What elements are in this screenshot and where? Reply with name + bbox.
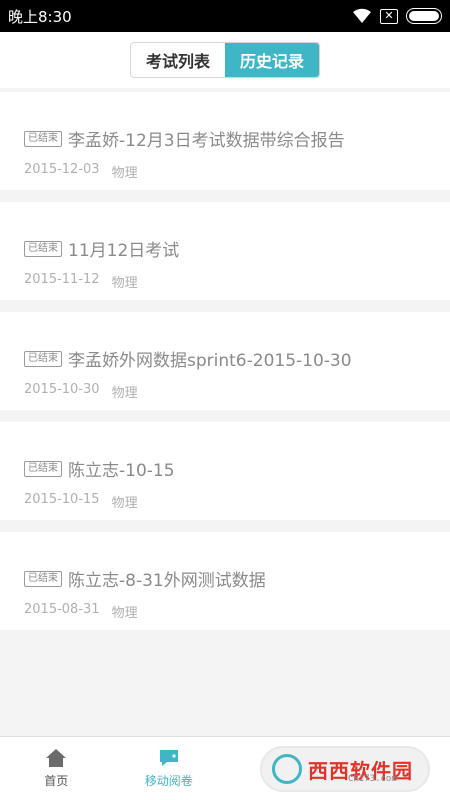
status-badge: 已结束 [24, 460, 62, 477]
exam-title: 李孟娇外网数据sprint6-2015-10-30 [68, 351, 352, 371]
exam-card[interactable]: 已结束 李孟娇-12月3日考试数据带综合报告 2015-12-03 物理 [0, 92, 450, 190]
exam-title-row: 已结束 陈立志-10-15 [24, 456, 175, 481]
exam-meta: 2015-08-31 物理 [24, 602, 138, 621]
exam-date: 2015-11-12 [24, 272, 100, 287]
exam-meta: 2015-12-03 物理 [24, 162, 138, 181]
status-time: 晚上8:30 [8, 7, 72, 26]
exam-meta: 2015-10-30 物理 [24, 382, 138, 401]
exam-meta: 2015-10-15 物理 [24, 492, 138, 511]
exam-subject: 物理 [111, 276, 138, 291]
status-bar: 晚上8:30 ✕ [0, 0, 450, 32]
exam-title-row: 已结束 李孟娇-12月3日考试数据带综合报告 [24, 126, 345, 151]
exam-title: 11月12日考试 [68, 241, 180, 261]
exam-date: 2015-10-30 [24, 382, 100, 397]
segmented-control: 考试列表 历史记录 [130, 42, 320, 78]
exam-subject: 物理 [111, 606, 138, 621]
status-badge: 已结束 [24, 240, 62, 257]
tab-history[interactable]: 历史记录 [225, 43, 319, 77]
exam-title-row: 已结束 11月12日考试 [24, 236, 179, 261]
exam-date: 2015-10-15 [24, 492, 100, 507]
watermark-sub: CR173.com [348, 774, 397, 784]
exam-card[interactable]: 已结束 李孟娇外网数据sprint6-2015-10-30 2015-10-30… [0, 312, 450, 410]
tab-exam-list[interactable]: 考试列表 [131, 43, 225, 77]
nav-mobile-grading[interactable]: 移动阅卷 [113, 737, 226, 800]
exam-title: 李孟娇-12月3日考试数据带综合报告 [68, 131, 345, 151]
exam-date: 2015-08-31 [24, 602, 100, 617]
nav-mobile-grading-label: 移动阅卷 [144, 774, 193, 788]
exam-list: 已结束 李孟娇-12月3日考试数据带综合报告 2015-12-03 物理 已结束… [0, 92, 450, 642]
exam-meta: 2015-11-12 物理 [24, 272, 138, 291]
watermark-logo-icon [272, 754, 302, 784]
wifi-icon [352, 8, 372, 24]
watermark: 西西软件园 CR173.com [260, 746, 430, 792]
exam-title-row: 已结束 李孟娇外网数据sprint6-2015-10-30 [24, 346, 352, 371]
exam-title-row: 已结束 陈立志-8-31外网测试数据 [24, 566, 266, 591]
sim-x-icon: ✕ [380, 8, 398, 24]
status-badge: 已结束 [24, 130, 62, 147]
exam-subject: 物理 [111, 496, 138, 511]
status-badge: 已结束 [24, 350, 62, 367]
status-icons: ✕ [352, 8, 442, 24]
header: 考试列表 历史记录 [0, 32, 450, 88]
exam-card[interactable]: 已结束 陈立志-8-31外网测试数据 2015-08-31 物理 [0, 532, 450, 630]
exam-title: 陈立志-10-15 [68, 461, 175, 481]
battery-icon [406, 8, 442, 24]
exam-card[interactable]: 已结束 陈立志-10-15 2015-10-15 物理 [0, 422, 450, 520]
exam-date: 2015-12-03 [24, 162, 100, 177]
exam-subject: 物理 [111, 166, 138, 181]
exam-title: 陈立志-8-31外网测试数据 [68, 571, 266, 591]
nav-home-label: 首页 [44, 774, 69, 788]
home-icon [45, 748, 67, 768]
status-badge: 已结束 [24, 570, 62, 587]
chat-icon [158, 748, 180, 768]
exam-subject: 物理 [111, 386, 138, 401]
nav-home[interactable]: 首页 [0, 737, 113, 800]
exam-card[interactable]: 已结束 11月12日考试 2015-11-12 物理 [0, 202, 450, 300]
